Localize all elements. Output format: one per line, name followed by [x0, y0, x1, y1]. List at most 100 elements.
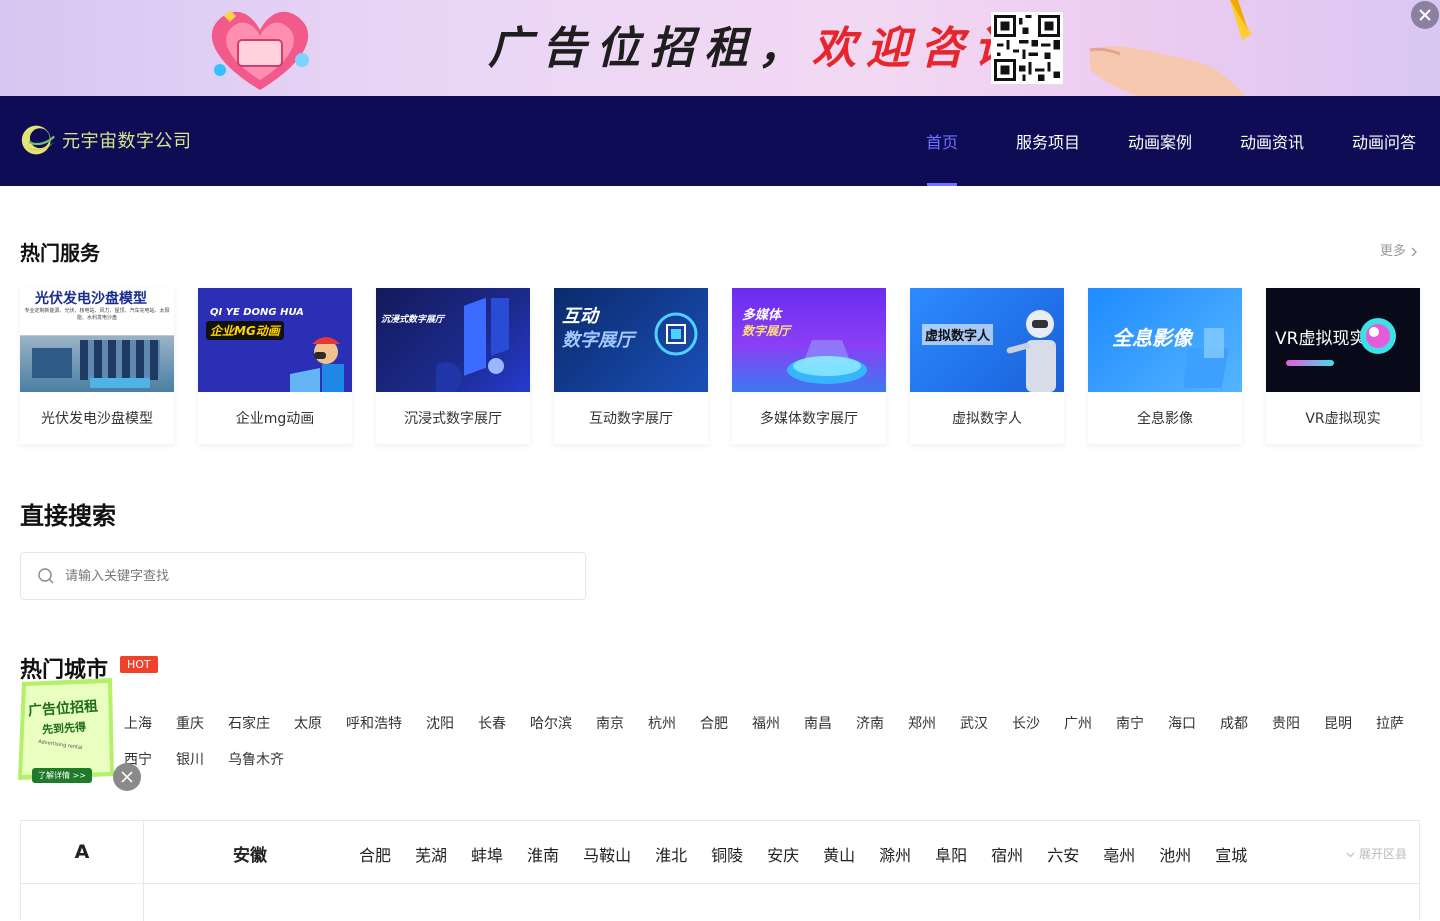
service-card[interactable]: 全息影像 全息影像 — [1088, 288, 1242, 444]
city-link[interactable]: 上海 — [124, 713, 152, 733]
close-icon — [121, 771, 133, 783]
card-label: 多媒体数字展厅 — [760, 411, 858, 427]
province-city-link[interactable]: 蚌埠 — [471, 842, 503, 866]
ad-banner-text: 广告位招租，欢迎咨询 — [488, 22, 1028, 76]
city-link[interactable]: 福州 — [752, 713, 780, 733]
city-link[interactable]: 重庆 — [176, 713, 204, 733]
city-link[interactable]: 郑州 — [908, 713, 936, 733]
province-city-link[interactable]: 安庆 — [767, 842, 799, 866]
service-cards: 光伏发电沙盘模型 专业定制新能源、光伏、核电站、风力、屋顶、汽车充电站、太阳能、… — [20, 288, 1420, 444]
hearts-illustration — [211, 10, 309, 90]
card-label: VR虚拟现实 — [1305, 411, 1381, 427]
search-box — [20, 552, 586, 600]
card-image-title: QI YE DONG HUA — [210, 307, 304, 318]
nav-item-qa[interactable]: 动画问答 — [1328, 96, 1440, 186]
city-link[interactable]: 贵阳 — [1272, 713, 1300, 733]
logo-text: 元宇宙数字公司 — [62, 131, 192, 152]
nav-item-services[interactable]: 服务项目 — [992, 96, 1104, 186]
logo-icon — [21, 125, 55, 155]
floating-ad[interactable]: 广告位招租 先到先得 Advertising rental 了解详情 >> — [16, 676, 116, 786]
card-image: VR虚拟现实 — [1266, 288, 1420, 392]
nav-item-cases[interactable]: 动画案例 — [1104, 96, 1216, 186]
service-card[interactable]: 互动 数字展厅 互动数字展厅 — [554, 288, 708, 444]
service-card[interactable]: 多媒体 数字展厅 多媒体数字展厅 — [732, 288, 886, 444]
province-city-list: 合肥 芜湖 蚌埠 淮南 马鞍山 淮北 铜陵 安庆 黄山 滁州 阜阳 宿州 六安 … — [359, 842, 1271, 866]
service-card[interactable]: VR虚拟现实 VR虚拟现实 — [1266, 288, 1420, 444]
card-image-subtitle: 专业定制新能源、光伏、核电站、风力、屋顶、汽车充电站、太阳能、水利发电沙盘 — [24, 308, 170, 321]
city-link[interactable]: 太原 — [294, 713, 322, 733]
province-city-link[interactable]: 淮南 — [527, 842, 559, 866]
province-city-link[interactable]: 滁州 — [879, 842, 911, 866]
region-row: A 安徽 合肥 芜湖 蚌埠 淮南 马鞍山 淮北 铜陵 安庆 黄山 滁州 阜阳 宿… — [21, 820, 1419, 884]
expand-districts-label: 展开区县 — [1358, 847, 1407, 861]
city-link[interactable]: 长沙 — [1012, 713, 1040, 733]
card-image-subtitle: 数字展厅 — [742, 324, 791, 338]
chevron-right-icon — [1411, 247, 1417, 256]
service-card[interactable]: 虚拟数字人 虚拟数字人 — [910, 288, 1064, 444]
main-navbar: 元宇宙数字公司 首页 服务项目 动画案例 动画资讯 动画问答 — [0, 96, 1440, 186]
nav-item-home[interactable]: 首页 — [892, 96, 992, 186]
close-icon — [1419, 9, 1431, 21]
floating-ad-button[interactable]: 了解详情 >> — [32, 768, 92, 783]
card-image-title: 互动 — [562, 306, 598, 327]
province-city-link[interactable]: 池州 — [1159, 842, 1191, 866]
province-city-link[interactable]: 宣城 — [1215, 842, 1247, 866]
city-link[interactable]: 杭州 — [648, 713, 676, 733]
city-link[interactable]: 哈尔滨 — [530, 713, 572, 733]
province-city-link[interactable]: 黄山 — [823, 842, 855, 866]
card-image-title: 光伏发电沙盘模型 — [35, 291, 147, 307]
province-city-link[interactable]: 铜陵 — [711, 842, 743, 866]
expand-districts-button[interactable]: 展开区县 — [1346, 845, 1407, 862]
city-link[interactable]: 沈阳 — [426, 713, 454, 733]
city-link[interactable]: 昆明 — [1324, 713, 1352, 733]
city-link[interactable]: 南京 — [596, 713, 624, 733]
hot-services-title: 热门服务 — [20, 241, 100, 265]
card-image-title: VR虚拟现实 — [1275, 329, 1367, 349]
city-link[interactable]: 呼和浩特 — [346, 713, 402, 733]
city-link[interactable]: 武汉 — [960, 713, 988, 733]
city-link[interactable]: 海口 — [1168, 713, 1196, 733]
city-link[interactable]: 长春 — [478, 713, 506, 733]
ad-close-button[interactable] — [1411, 1, 1439, 29]
city-link[interactable]: 南宁 — [1116, 713, 1144, 733]
region-letter-next — [21, 884, 144, 921]
city-link[interactable]: 拉萨 — [1376, 713, 1404, 733]
province-city-link[interactable]: 六安 — [1047, 842, 1079, 866]
province-city-link[interactable]: 亳州 — [1103, 842, 1135, 866]
site-logo[interactable]: 元宇宙数字公司 — [20, 120, 192, 160]
city-link[interactable]: 乌鲁木齐 — [228, 749, 284, 769]
card-image: 全息影像 — [1088, 288, 1242, 392]
more-link[interactable]: 更多 — [1380, 240, 1418, 259]
province-city-link[interactable]: 宿州 — [991, 842, 1023, 866]
city-link[interactable]: 南昌 — [804, 713, 832, 733]
province-city-link[interactable]: 芜湖 — [415, 842, 447, 866]
floating-ad-close-button[interactable] — [113, 763, 141, 791]
city-link[interactable]: 成都 — [1220, 713, 1248, 733]
city-link[interactable]: 济南 — [856, 713, 884, 733]
search-icon — [38, 568, 54, 584]
city-link[interactable]: 银川 — [176, 749, 204, 769]
service-card[interactable]: 光伏发电沙盘模型 专业定制新能源、光伏、核电站、风力、屋顶、汽车充电站、太阳能、… — [20, 288, 174, 444]
top-ad-banner[interactable]: 广告位招租，欢迎咨询 — [0, 0, 1440, 96]
card-image-subtitle: 数字展厅 — [562, 330, 634, 351]
service-card[interactable]: 沉浸式数字展厅 沉浸式数字展厅 — [376, 288, 530, 444]
card-image: 互动 数字展厅 — [554, 288, 708, 392]
hot-cities-row-1: 上海 重庆 石家庄 太原 呼和浩特 沈阳 长春 哈尔滨 南京 杭州 合肥 福州 … — [124, 713, 1428, 733]
province-city-link[interactable]: 马鞍山 — [583, 842, 631, 866]
city-link[interactable]: 石家庄 — [228, 713, 270, 733]
province-city-link[interactable]: 阜阳 — [935, 842, 967, 866]
province-city-link[interactable]: 合肥 — [359, 842, 391, 866]
card-image-subtitle: 企业MG动画 — [206, 321, 284, 340]
nav-item-news[interactable]: 动画资讯 — [1216, 96, 1328, 186]
city-link[interactable]: 合肥 — [700, 713, 728, 733]
service-card[interactable]: QI YE DONG HUA 企业MG动画 企业mg动画 — [198, 288, 352, 444]
city-link[interactable]: 广州 — [1064, 713, 1092, 733]
province-name[interactable]: 安徽 — [233, 841, 267, 866]
province-city-link[interactable]: 淮北 — [655, 842, 687, 866]
floating-ad-line2: 先到先得 — [41, 720, 87, 737]
card-image: 虚拟数字人 — [910, 288, 1064, 392]
hot-badge: HOT — [120, 656, 158, 673]
card-image: QI YE DONG HUA 企业MG动画 — [198, 288, 352, 392]
search-input[interactable] — [65, 568, 545, 584]
card-label: 互动数字展厅 — [589, 411, 673, 427]
